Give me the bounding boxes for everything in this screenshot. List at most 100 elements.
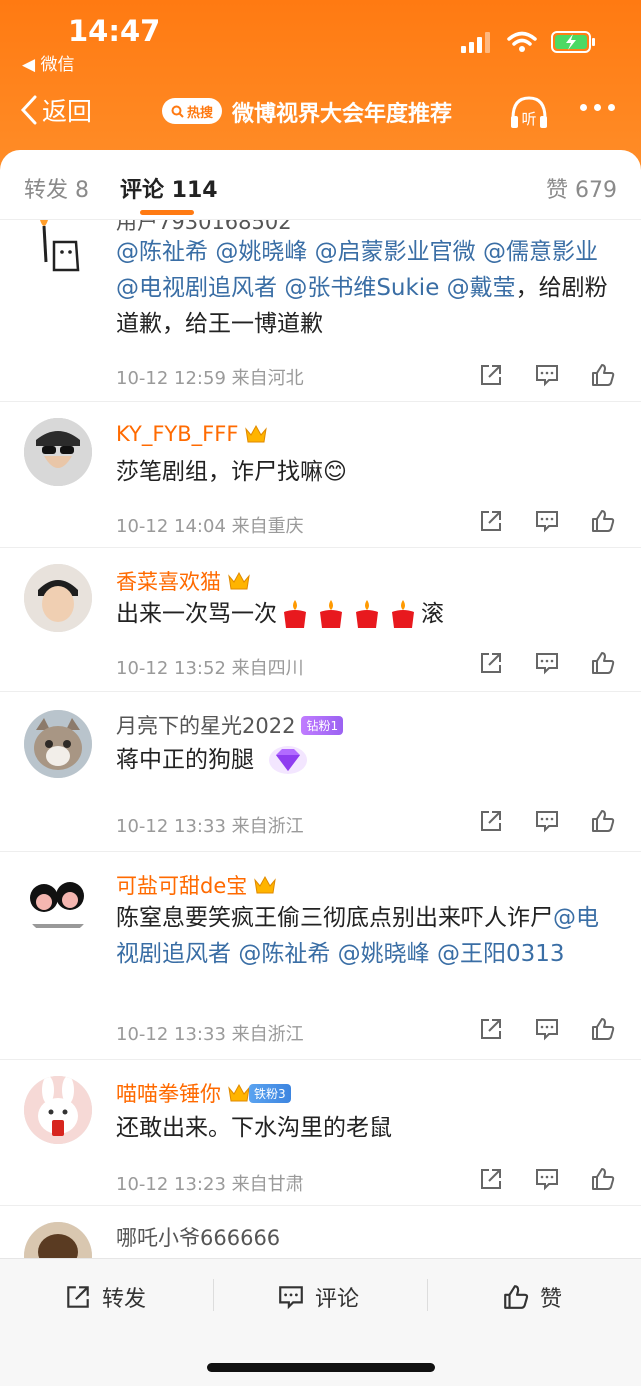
comment-time: 10-12 13:23 [116, 1174, 226, 1195]
reply-icon[interactable] [534, 650, 560, 676]
username[interactable]: 月亮下的星光2022 钻粉1 [116, 710, 344, 740]
comment-button[interactable]: 评论 [277, 1281, 359, 1313]
candle-icon [320, 600, 342, 628]
cat-photo-avatar-icon [24, 710, 92, 778]
share-icon[interactable] [478, 508, 504, 534]
divider [427, 1279, 428, 1311]
tab-like[interactable]: 赞 679 [546, 172, 617, 204]
wifi-icon [507, 31, 537, 52]
mention-link[interactable]: @陈祉希 [116, 239, 208, 265]
avatar[interactable] [24, 564, 92, 632]
chevron-left-icon [20, 95, 37, 125]
comment-actions [478, 1166, 616, 1192]
reply-icon[interactable] [534, 508, 560, 534]
comment-label: 评论 [315, 1287, 360, 1312]
comment-item: 香菜喜欢猫 出来一次骂一次 滚 10-12 13:52 来自四川 [0, 548, 641, 692]
avatar[interactable] [24, 710, 92, 778]
avatar[interactable] [24, 418, 92, 486]
avatar[interactable] [24, 868, 92, 936]
mention-link[interactable]: @姚晓峰 [215, 239, 307, 265]
share-icon[interactable] [478, 1166, 504, 1192]
hot-search-badge[interactable]: 热搜 [162, 98, 222, 124]
mention-link[interactable]: @张书维Sukie [284, 275, 439, 301]
comment-time: 10-12 12:59 [116, 368, 226, 389]
comment-meta: 10-12 13:33 来自浙江 [116, 812, 304, 838]
signal-icon [461, 32, 490, 53]
mention-link[interactable]: @姚晓峰 [338, 941, 430, 967]
listen-headphones-icon[interactable]: 听 [508, 92, 550, 132]
candle-icon [356, 600, 378, 628]
comment-text: 莎笔剧组，诈尸找嘛😊 [116, 459, 347, 485]
diamond-sticker-icon [269, 746, 307, 774]
tab-comment[interactable]: 评论 114 [120, 172, 218, 204]
avatar[interactable] [24, 1076, 92, 1144]
repost-button[interactable]: 转发 [64, 1281, 146, 1313]
mention-link[interactable]: @王阳0313 [437, 941, 565, 967]
comment-location: 来自浙江 [231, 816, 304, 837]
reply-icon[interactable] [534, 362, 560, 388]
person-photo-avatar-icon [24, 418, 92, 486]
vip-crown-icon [254, 875, 277, 894]
comment-item: 哪吒小爷666666 [0, 1206, 641, 1260]
share-icon[interactable] [478, 1016, 504, 1042]
mention-link[interactable]: @儒意影业 [483, 239, 598, 265]
mention-link[interactable]: @戴莹 [447, 275, 516, 301]
comment-actions [478, 808, 616, 834]
search-icon [171, 105, 184, 118]
like-button[interactable]: 赞 [502, 1281, 562, 1313]
fan-badge: 铁粉3 [249, 1083, 291, 1103]
like-icon [504, 1285, 529, 1309]
rabbit-avatar-icon [24, 1076, 92, 1144]
tab-repost[interactable]: 转发 8 [24, 172, 89, 204]
like-icon[interactable] [590, 808, 616, 834]
comment-time: 10-12 13:33 [116, 816, 226, 837]
divider [213, 1279, 214, 1311]
comment-time: 10-12 13:33 [116, 1024, 226, 1045]
like-icon[interactable] [590, 508, 616, 534]
like-icon[interactable] [590, 1166, 616, 1192]
reply-icon[interactable] [534, 1166, 560, 1192]
more-button[interactable] [580, 104, 615, 111]
reply-icon[interactable] [534, 1016, 560, 1042]
username-text: KY_FYB_FFF [116, 422, 239, 446]
reply-icon[interactable] [534, 808, 560, 834]
like-icon[interactable] [590, 650, 616, 676]
comment-location: 来自四川 [231, 658, 304, 679]
username[interactable]: 香菜喜欢猫 [116, 566, 251, 596]
comment-meta: 10-12 13:33 来自浙江 [116, 1020, 304, 1046]
share-icon[interactable] [478, 362, 504, 388]
avatar[interactable] [24, 220, 92, 280]
mention-link[interactable]: @陈祉希 [238, 941, 330, 967]
comment-text-segment [476, 239, 483, 265]
home-indicator [207, 1363, 435, 1372]
mention-link[interactable]: @启蒙影业官微 [315, 239, 476, 265]
back-to-wechat[interactable]: ◀ 微信 [22, 50, 74, 75]
username[interactable]: 哪吒小爷666666 [116, 1222, 280, 1252]
avatar[interactable] [24, 1222, 92, 1260]
comment-text: 蒋中正的狗腿 [116, 742, 616, 778]
comment-actions [478, 362, 616, 388]
comments-sheet: 转发 8 评论 114 赞 679 用户7930168502 @陈祉希 @姚晓峰… [0, 150, 641, 1260]
battery-charging-icon [551, 31, 595, 53]
torch-cartoon-avatar-icon [24, 220, 92, 280]
username[interactable]: 喵喵拳锤你 铁粉3 [116, 1078, 291, 1108]
like-icon[interactable] [590, 1016, 616, 1042]
fan-badge: 钻粉1 [301, 715, 344, 735]
comment-text: 出来一次骂一次 滚 [116, 596, 616, 632]
share-icon [67, 1286, 89, 1308]
share-icon[interactable] [478, 650, 504, 676]
page-title: 微博视界大会年度推荐 [232, 102, 453, 127]
like-icon[interactable] [590, 362, 616, 388]
back-button[interactable]: 返回 [20, 92, 92, 128]
comment-meta: 10-12 14:04 来自重庆 [116, 512, 304, 538]
candle-emoji-row [279, 598, 419, 630]
mention-link[interactable]: @电视剧追风者 [116, 275, 277, 301]
comment-item: 月亮下的星光2022 钻粉1 蒋中正的狗腿 10-12 13:33 来自浙江 [0, 692, 641, 852]
username-text: 哪吒小爷666666 [116, 1226, 281, 1250]
username[interactable]: 可盐可甜de宝 [116, 870, 277, 900]
share-icon[interactable] [478, 808, 504, 834]
comment-text-main: 出来一次骂一次 [116, 601, 277, 627]
comment-list[interactable]: 用户7930168502 @陈祉希 @姚晓峰 @启蒙影业官微 @儒意影业 @电视… [0, 220, 641, 1260]
more-dot-icon [608, 104, 615, 111]
username[interactable]: KY_FYB_FFF [116, 422, 268, 446]
